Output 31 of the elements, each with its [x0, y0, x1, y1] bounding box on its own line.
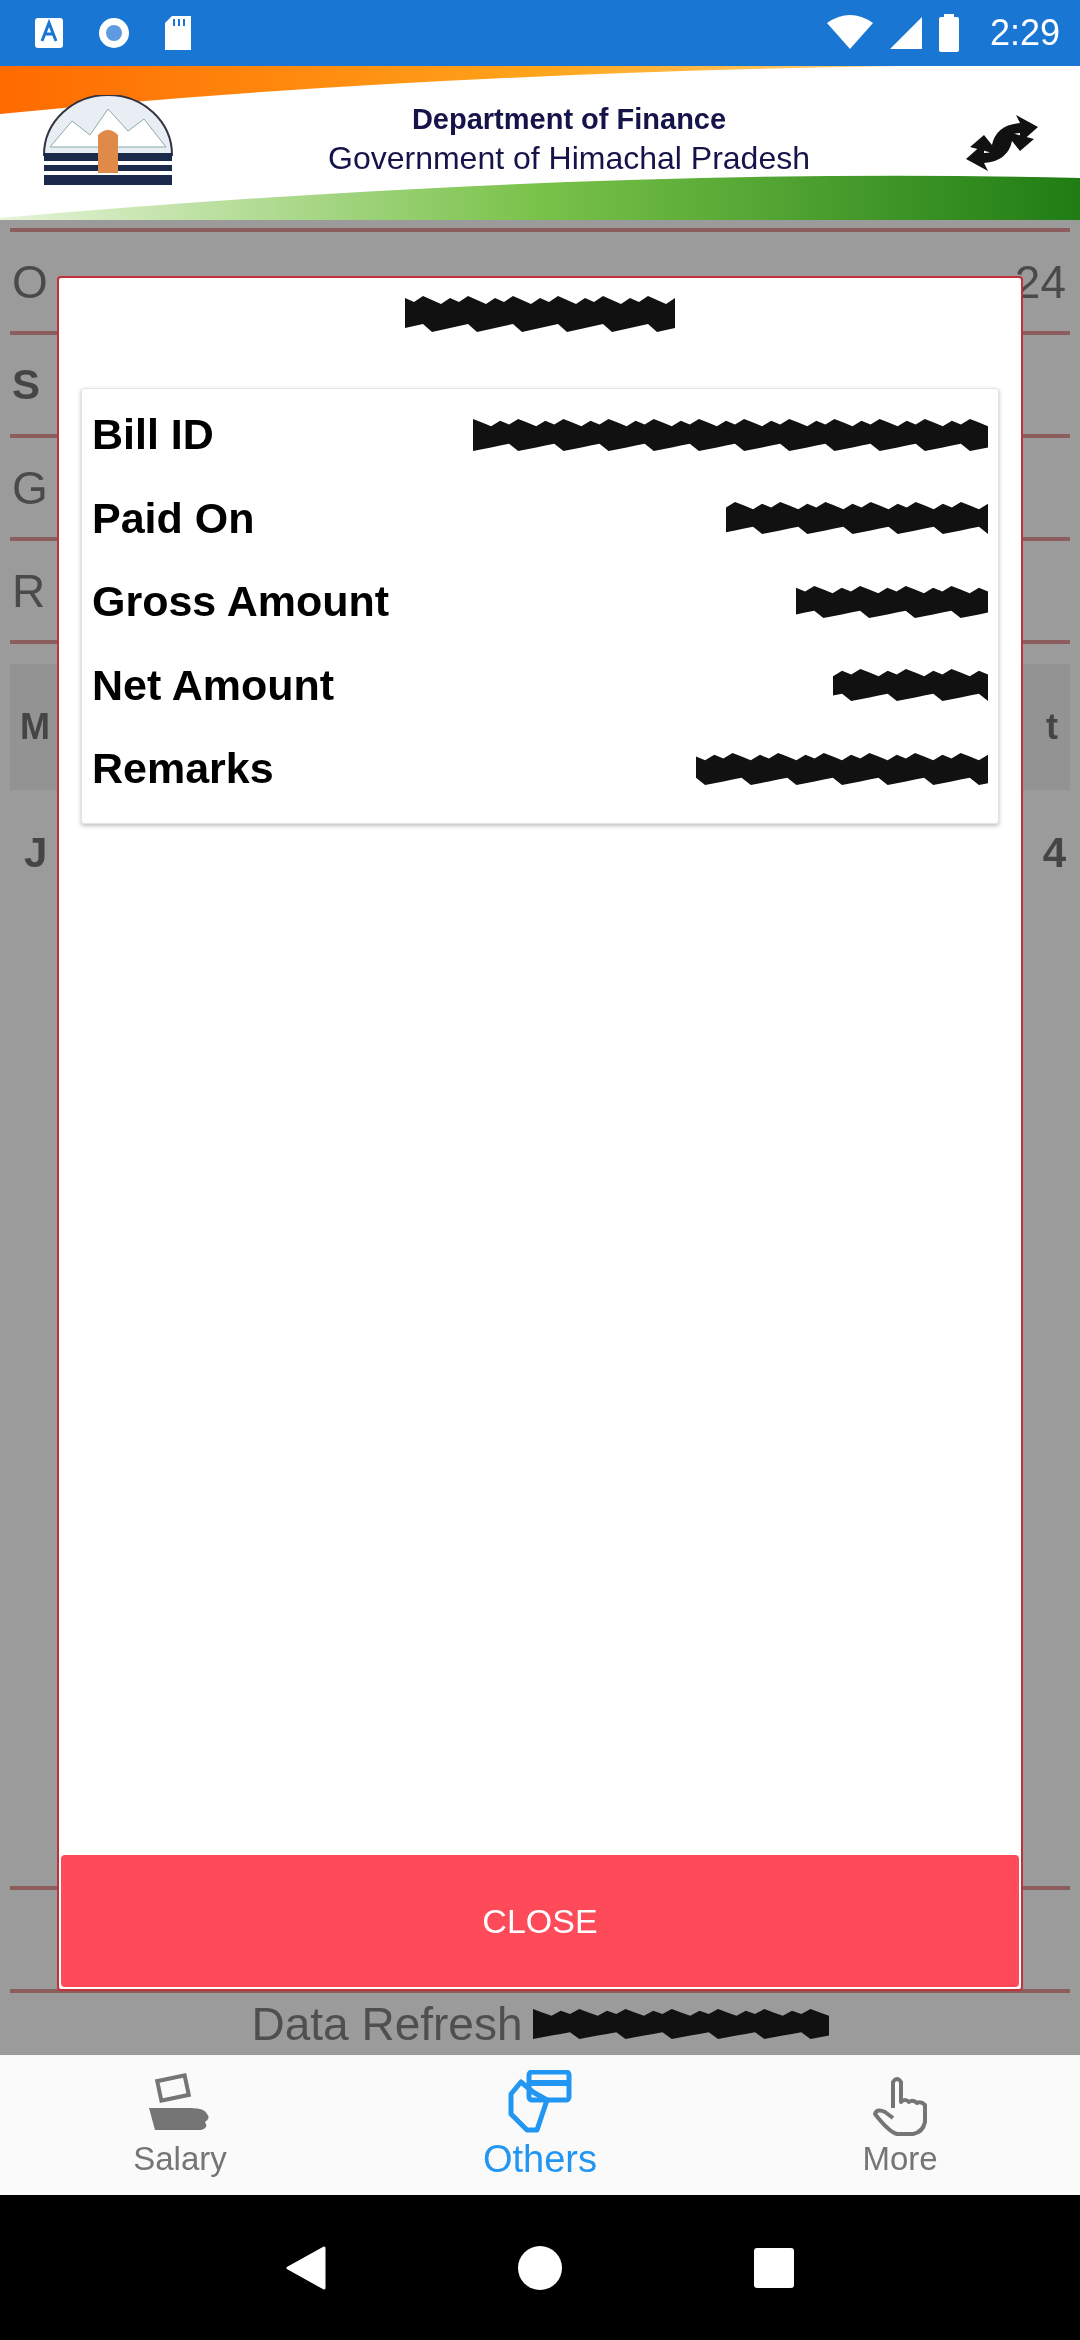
- battery-icon: [937, 13, 960, 53]
- nav-tab[interactable]: More: [720, 2055, 1080, 2195]
- sd-card-icon: [164, 15, 192, 51]
- field-label: Remarks: [92, 744, 274, 794]
- field-label: Net Amount: [92, 660, 335, 710]
- data-refresh-label: Data Refresh: [251, 2001, 523, 2047]
- wifi-icon: [825, 15, 874, 51]
- nav-tab[interactable]: Others: [360, 2055, 720, 2195]
- background-text: 4: [1042, 829, 1066, 877]
- header-title: Department of Finance: [411, 103, 727, 136]
- nav-tab[interactable]: Salary: [0, 2055, 360, 2195]
- back-icon[interactable]: [286, 2245, 326, 2290]
- header-subtitle: Government of Himachal Pradesh: [328, 140, 810, 177]
- close-button[interactable]: CLOSE: [61, 1855, 1019, 1987]
- background-text: t: [1046, 706, 1058, 748]
- field-label: Paid On: [92, 493, 255, 543]
- recents-icon[interactable]: [754, 2247, 794, 2288]
- circle-icon: [96, 15, 132, 51]
- field-label: Bill ID: [92, 410, 214, 460]
- status-time: 2:29: [989, 12, 1060, 54]
- background-text: J: [24, 829, 48, 877]
- refresh-icon[interactable]: [964, 113, 1040, 173]
- background-text: O: [12, 254, 48, 309]
- keyboard-app-icon: [34, 17, 64, 49]
- background-text: M: [20, 706, 50, 748]
- home-icon[interactable]: [518, 2245, 562, 2290]
- background-text: G: [12, 460, 48, 515]
- background-text: R: [12, 563, 46, 618]
- field-label: Gross Amount: [92, 577, 390, 627]
- background-text: S: [12, 360, 40, 409]
- card-hand-icon: [507, 2069, 573, 2134]
